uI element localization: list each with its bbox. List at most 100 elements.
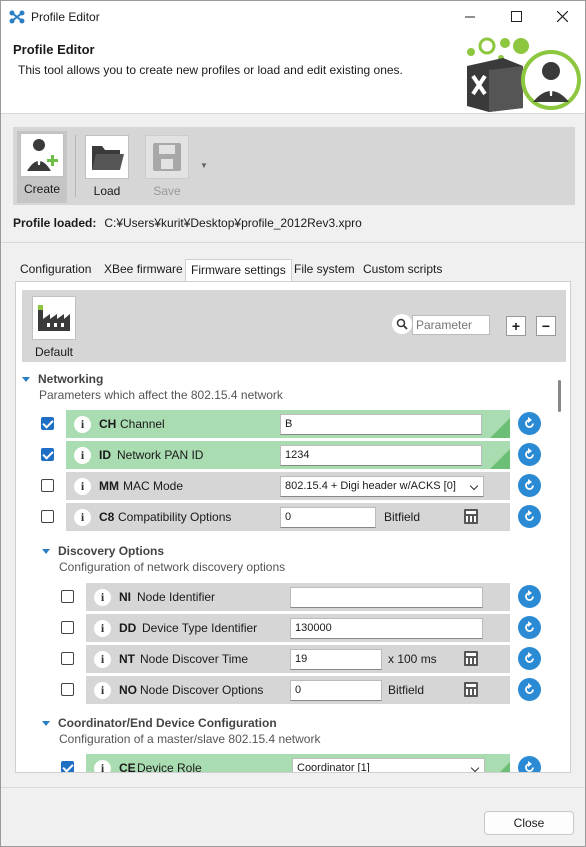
collapse-arrow-icon xyxy=(42,549,50,555)
param-name: Channel xyxy=(120,417,165,431)
param-value-input[interactable]: 0 xyxy=(290,680,382,701)
section-networking[interactable]: Networking xyxy=(22,372,103,386)
save-icon-box xyxy=(145,135,189,179)
param-checkbox[interactable] xyxy=(41,417,54,430)
tab-custom-scripts[interactable]: Custom scripts xyxy=(358,259,447,281)
section-description: Configuration of network discovery optio… xyxy=(59,560,286,574)
param-bar: i NI Node Identifier xyxy=(86,583,510,611)
info-icon[interactable]: i xyxy=(94,589,111,606)
close-icon xyxy=(556,11,568,22)
param-code: CE xyxy=(119,761,136,772)
param-value-input[interactable]: 130000 xyxy=(290,618,483,639)
refresh-icon[interactable] xyxy=(518,678,541,701)
vertical-scrollbar[interactable] xyxy=(554,366,570,772)
collapse-all-button[interactable]: − xyxy=(536,316,556,336)
info-icon[interactable]: i xyxy=(94,760,111,772)
param-name: Node Discover Time xyxy=(140,652,249,666)
refresh-icon[interactable] xyxy=(518,474,541,497)
param-row-mm: i MM MAC Mode 802.15.4 + Digi header w/A… xyxy=(22,472,542,500)
calculator-icon[interactable] xyxy=(464,509,478,524)
toolbar-separator xyxy=(75,135,76,197)
refresh-icon[interactable] xyxy=(518,756,541,772)
param-checkbox[interactable] xyxy=(41,479,54,492)
tab-configuration[interactable]: Configuration xyxy=(15,259,96,281)
refresh-icon[interactable] xyxy=(518,585,541,608)
param-row-ch: i CH Channel B xyxy=(22,410,542,438)
tab-xbee-firmware[interactable]: XBee firmware xyxy=(99,259,188,281)
load-label: Load xyxy=(93,184,121,198)
param-name: Device Role xyxy=(137,761,202,772)
default-icon-box xyxy=(32,296,76,340)
param-row-ce: i CE Device Role Coordinator [1] xyxy=(22,754,542,772)
param-name: Node Identifier xyxy=(137,590,216,604)
save-button[interactable]: Save xyxy=(142,133,192,203)
param-value-select[interactable]: Coordinator [1] xyxy=(292,758,485,772)
close-window-button[interactable] xyxy=(539,1,585,32)
section-coordinator-end-device[interactable]: Coordinator/End Device Configuration xyxy=(42,716,277,730)
param-checkbox[interactable] xyxy=(41,510,54,523)
param-code: NT xyxy=(119,652,135,666)
param-checkbox[interactable] xyxy=(61,590,74,603)
param-name: Network PAN ID xyxy=(117,448,204,462)
param-checkbox[interactable] xyxy=(61,761,74,772)
param-row-dd: i DD Device Type Identifier 130000 xyxy=(22,614,542,642)
tab-firmware-settings[interactable]: Firmware settings xyxy=(185,259,292,281)
create-profile-icon-box xyxy=(20,133,64,177)
expand-all-button[interactable]: + xyxy=(506,316,526,336)
calculator-icon[interactable] xyxy=(464,651,478,666)
info-icon[interactable]: i xyxy=(74,509,91,526)
param-value-input[interactable]: 1234 xyxy=(280,445,482,466)
param-checkbox[interactable] xyxy=(61,683,74,696)
section-discovery-options[interactable]: Discovery Options xyxy=(42,544,164,558)
collapse-arrow-icon xyxy=(42,721,50,727)
param-code: ID xyxy=(99,448,111,462)
refresh-icon[interactable] xyxy=(518,505,541,528)
param-unit: x 100 ms xyxy=(388,652,437,666)
maximize-button[interactable] xyxy=(493,1,539,32)
param-name: Node Discover Options xyxy=(140,683,264,697)
param-value-input[interactable]: B xyxy=(280,414,482,435)
info-icon[interactable]: i xyxy=(94,682,111,699)
param-value-input[interactable]: 19 xyxy=(290,649,382,670)
param-unit: Bitfield xyxy=(384,510,421,524)
profile-loaded-label: Profile loaded: xyxy=(13,216,97,230)
header-description: This tool allows you to create new profi… xyxy=(18,63,403,77)
param-checkbox[interactable] xyxy=(61,652,74,665)
calculator-icon[interactable] xyxy=(464,682,478,697)
param-code: DD xyxy=(119,621,137,635)
default-button[interactable]: Default xyxy=(32,296,76,359)
load-button[interactable]: Load xyxy=(82,133,132,203)
close-button[interactable]: Close xyxy=(484,811,574,835)
parameter-toolbar: Default + − xyxy=(22,290,566,362)
parameter-search-input[interactable] xyxy=(412,315,490,335)
section-description: Parameters which affect the 802.15.4 net… xyxy=(39,388,283,402)
minimize-button[interactable] xyxy=(447,1,493,32)
minimize-icon xyxy=(465,16,475,17)
tab-file-system[interactable]: File system xyxy=(289,259,360,281)
create-button[interactable]: Create xyxy=(17,131,67,203)
param-value-input[interactable]: 0 xyxy=(280,507,376,528)
param-checkbox[interactable] xyxy=(41,448,54,461)
refresh-icon[interactable] xyxy=(518,647,541,670)
refresh-icon[interactable] xyxy=(518,616,541,639)
info-icon[interactable]: i xyxy=(94,620,111,637)
param-checkbox[interactable] xyxy=(61,621,74,634)
scrollbar-thumb[interactable] xyxy=(558,380,561,412)
info-icon[interactable]: i xyxy=(74,478,91,495)
save-dropdown-arrow-icon[interactable]: ▼ xyxy=(200,161,208,170)
param-bar: i MM MAC Mode 802.15.4 + Digi header w/A… xyxy=(66,472,510,500)
info-icon[interactable]: i xyxy=(74,447,91,464)
search-icon xyxy=(392,314,412,334)
param-row-c8: i C8 Compatibility Options 0 Bitfield xyxy=(22,503,542,531)
collapse-arrow-icon xyxy=(22,377,30,383)
firmware-settings-panel: Default + − Networking Parameters which … xyxy=(15,281,571,773)
profile-editor-window: Profile Editor Profile Editor This tool … xyxy=(0,0,586,847)
refresh-icon[interactable] xyxy=(518,412,541,435)
section-title: Coordinator/End Device Configuration xyxy=(58,716,277,730)
param-value-input[interactable] xyxy=(290,587,483,608)
info-icon[interactable]: i xyxy=(94,651,111,668)
refresh-icon[interactable] xyxy=(518,443,541,466)
profile-loaded-info: Profile loaded: C:¥Users¥kurit¥Desktop¥pr… xyxy=(13,216,362,230)
info-icon[interactable]: i xyxy=(74,416,91,433)
param-value-select[interactable]: 802.15.4 + Digi header w/ACKS [0] xyxy=(280,476,484,497)
